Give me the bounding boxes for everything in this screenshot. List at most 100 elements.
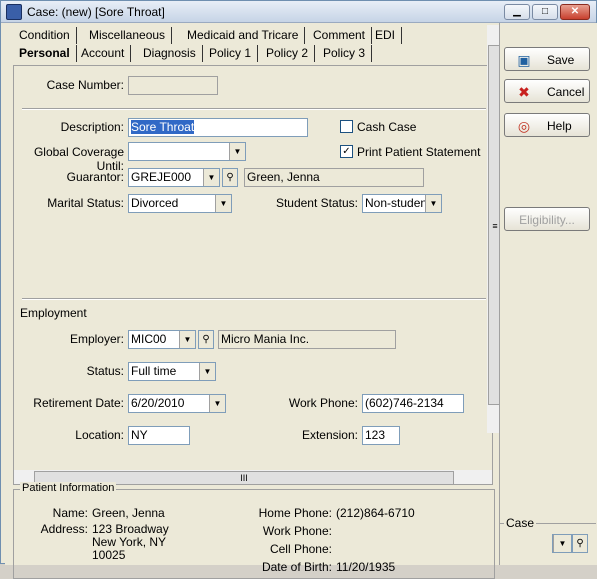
description-value: Sore Throat <box>131 120 195 134</box>
status-label: Status: <box>86 364 124 378</box>
case-box: Case ▼ ⚲ <box>500 516 596 559</box>
patient-work-phone-label: Work Phone: <box>262 524 332 538</box>
tab-edi[interactable]: EDI <box>369 27 403 44</box>
marital-status-value: Divorced <box>131 196 179 210</box>
guarantor-combo[interactable]: GREJE000 ▼ <box>128 168 220 187</box>
patient-address-line1: 123 Broadway <box>92 522 169 536</box>
save-icon: ▣ <box>517 52 531 68</box>
save-button[interactable]: ▣ Save <box>504 47 590 71</box>
cash-case-checkbox[interactable] <box>340 120 353 133</box>
eligibility-label: Eligibility... <box>519 213 575 227</box>
minimize-button[interactable]: ▁ <box>504 4 530 20</box>
tab-condition[interactable]: Condition <box>13 27 77 44</box>
cancel-label: Cancel <box>547 85 585 99</box>
tab-medicaid-tricare[interactable]: Medicaid and Tricare <box>181 27 306 44</box>
chevron-down-icon[interactable]: ▼ <box>553 535 571 552</box>
case-label: Case <box>504 516 537 530</box>
employer-code: MIC00 <box>131 332 167 346</box>
chevron-down-icon[interactable]: ▼ <box>215 195 231 212</box>
employer-name: Micro Mania Inc. <box>218 330 396 349</box>
description-label: Description: <box>60 120 124 134</box>
print-statement-label: Print Patient Statement <box>357 145 481 159</box>
work-phone-label: Work Phone: <box>288 396 358 410</box>
tab-policy-1[interactable]: Policy 1 <box>203 45 259 62</box>
patient-name-value: Green, Jenna <box>92 506 165 520</box>
patient-address-label: Address: <box>40 522 88 536</box>
chevron-down-icon[interactable]: ▼ <box>425 195 441 212</box>
action-panel: ▣ Save ✖ Cancel ◎ Help Eligibility... Ca… <box>499 23 597 565</box>
title-bar: Case: (new) [Sore Throat] ▁ □ ✕ <box>1 1 596 23</box>
status-combo[interactable]: Full time ▼ <box>128 362 216 381</box>
chevron-down-icon[interactable]: ▼ <box>229 143 245 160</box>
case-combo[interactable]: ▼ <box>552 534 572 553</box>
employer-combo[interactable]: MIC00 ▼ <box>128 330 196 349</box>
tab-miscellaneous[interactable]: Miscellaneous <box>83 27 173 44</box>
case-form: Condition Miscellaneous Medicaid and Tri… <box>5 23 503 579</box>
cancel-button[interactable]: ✖ Cancel <box>504 79 590 103</box>
description-input[interactable]: Sore Throat <box>128 118 308 137</box>
tab-account[interactable]: Account <box>75 45 132 62</box>
retirement-date-label: Retirement Date: <box>33 396 124 410</box>
case-window: Case: (new) [Sore Throat] ▁ □ ✕ Conditio… <box>0 0 597 579</box>
search-icon[interactable]: ⚲ <box>572 534 588 553</box>
tab-policy-3[interactable]: Policy 3 <box>317 45 373 62</box>
search-icon[interactable]: ⚲ <box>222 168 238 187</box>
extension-input[interactable]: 123 <box>362 426 400 445</box>
print-statement-checkbox[interactable]: ✓ <box>340 145 353 158</box>
guarantor-code: GREJE000 <box>131 170 192 184</box>
search-icon[interactable]: ⚲ <box>198 330 214 349</box>
close-icon: ✖ <box>518 84 530 100</box>
location-input[interactable]: NY <box>128 426 190 445</box>
help-icon: ◎ <box>517 118 531 134</box>
retirement-date-combo[interactable]: 6/20/2010 ▼ <box>128 394 226 413</box>
marital-status-label: Marital Status: <box>47 196 124 210</box>
guarantor-label: Guarantor: <box>66 170 124 184</box>
employer-label: Employer: <box>69 332 124 346</box>
location-label: Location: <box>75 428 124 442</box>
extension-label: Extension: <box>301 428 358 442</box>
patient-name-label: Name: <box>52 506 88 520</box>
chevron-down-icon[interactable]: ▼ <box>209 395 225 412</box>
tab-diagnosis[interactable]: Diagnosis <box>137 45 203 62</box>
employment-section-label: Employment <box>20 306 87 320</box>
cell-phone-label: Cell Phone: <box>269 542 332 556</box>
work-phone-input[interactable]: (602)746-2134 <box>362 394 464 413</box>
help-button[interactable]: ◎ Help <box>504 113 590 137</box>
eligibility-button[interactable]: Eligibility... <box>504 207 590 231</box>
guarantor-name: Green, Jenna <box>244 168 424 187</box>
patient-information-box: Patient Information Name: Green, Jenna A… <box>13 482 495 579</box>
chevron-down-icon[interactable]: ▼ <box>199 363 215 380</box>
global-coverage-label: Global Coverage Until: <box>33 145 124 173</box>
tab-strip: Condition Miscellaneous Medicaid and Tri… <box>13 25 453 65</box>
retirement-date-value: 6/20/2010 <box>131 396 185 410</box>
case-number-label: Case Number: <box>46 78 124 92</box>
case-number-field <box>128 76 218 95</box>
save-label: Save <box>547 53 575 67</box>
home-phone-label: Home Phone: <box>258 506 332 520</box>
app-icon <box>6 4 22 20</box>
patient-info-legend: Patient Information <box>20 482 117 494</box>
close-button[interactable]: ✕ <box>560 4 590 20</box>
tab-comment[interactable]: Comment <box>307 27 373 44</box>
tab-personal[interactable]: Personal <box>13 45 77 62</box>
marital-status-combo[interactable]: Divorced ▼ <box>128 194 232 213</box>
student-status-label: Student Status: <box>275 196 358 210</box>
student-status-value: Non-student <box>365 196 431 210</box>
divider <box>22 298 486 300</box>
patient-address-line2: New York, NY <box>92 535 167 549</box>
status-value: Full time <box>131 364 177 378</box>
patient-address-line3: 10025 <box>92 548 126 562</box>
tab-policy-2[interactable]: Policy 2 <box>260 45 316 62</box>
personal-panel: Case Number: Description: Sore Throat Ca… <box>13 65 493 485</box>
chevron-down-icon[interactable]: ▼ <box>179 331 195 348</box>
global-coverage-combo[interactable]: ▼ <box>128 142 246 161</box>
home-phone-value: (212)864-6710 <box>336 506 415 520</box>
maximize-button[interactable]: □ <box>532 4 558 20</box>
dob-value: 11/20/1935 <box>336 560 396 574</box>
cash-case-label: Cash Case <box>357 120 417 134</box>
divider <box>22 108 486 110</box>
help-label: Help <box>547 119 572 133</box>
student-status-combo[interactable]: Non-student ▼ <box>362 194 442 213</box>
dob-label: Date of Birth: <box>261 560 332 574</box>
chevron-down-icon[interactable]: ▼ <box>203 169 219 186</box>
